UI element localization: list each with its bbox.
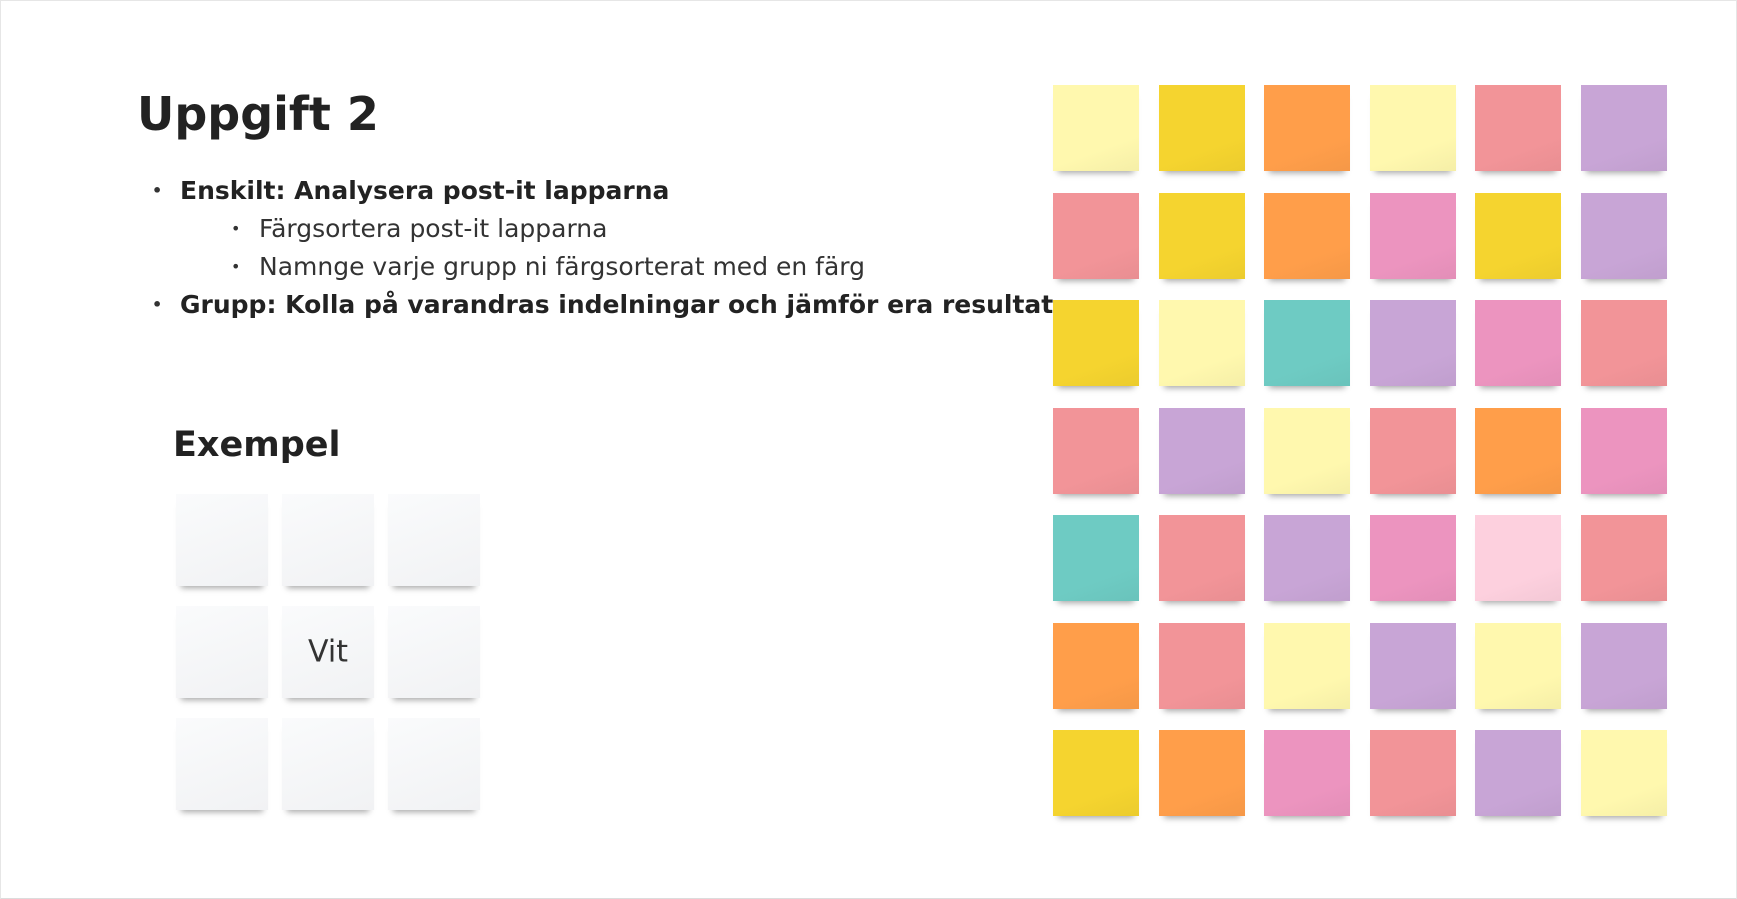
sticky-note-light-yellow[interactable] <box>1159 300 1245 386</box>
sticky-note-pink[interactable] <box>1264 730 1350 816</box>
sticky-note-light-yellow[interactable] <box>1264 623 1350 709</box>
sticky-note-light-yellow[interactable] <box>1370 85 1456 171</box>
example-sticky-note[interactable] <box>388 494 480 586</box>
sticky-note-purple[interactable] <box>1581 193 1667 279</box>
sticky-note-yellow[interactable] <box>1053 730 1139 816</box>
sticky-note-orange[interactable] <box>1475 408 1561 494</box>
sticky-note-red[interactable] <box>1475 85 1561 171</box>
sticky-note-yellow[interactable] <box>1159 193 1245 279</box>
sticky-note-yellow[interactable] <box>1053 300 1139 386</box>
sticky-note-pink[interactable] <box>1581 408 1667 494</box>
sticky-note-purple[interactable] <box>1581 623 1667 709</box>
example-note-label: Vit <box>308 634 348 670</box>
example-sticky-note[interactable]: Vit <box>282 606 374 698</box>
sticky-note-red[interactable] <box>1370 408 1456 494</box>
example-sticky-note[interactable] <box>282 494 374 586</box>
sticky-note-pink[interactable] <box>1370 515 1456 601</box>
sticky-note-red[interactable] <box>1053 408 1139 494</box>
example-sticky-note[interactable] <box>388 718 480 810</box>
sticky-note-purple[interactable] <box>1581 85 1667 171</box>
bullet-individual-task: Enskilt: Analysera post-it lapparna <box>150 172 1010 210</box>
sticky-note-yellow[interactable] <box>1159 85 1245 171</box>
sticky-note-light-yellow[interactable] <box>1053 85 1139 171</box>
bullet-name-groups: Namnge varje grupp ni färgsorterat med e… <box>150 248 1010 286</box>
sticky-note-orange[interactable] <box>1053 623 1139 709</box>
example-sticky-note[interactable] <box>176 718 268 810</box>
sticky-note-light-yellow[interactable] <box>1581 730 1667 816</box>
example-sticky-note[interactable] <box>176 494 268 586</box>
example-sticky-note[interactable] <box>176 606 268 698</box>
sticky-note-red[interactable] <box>1581 300 1667 386</box>
bullet-group-task: Grupp: Kolla på varandras indelningar oc… <box>150 286 1053 324</box>
sticky-note-light-pink[interactable] <box>1475 515 1561 601</box>
sticky-note-red[interactable] <box>1053 193 1139 279</box>
sticky-note-red[interactable] <box>1370 730 1456 816</box>
sticky-note-purple[interactable] <box>1370 623 1456 709</box>
sticky-note-light-yellow[interactable] <box>1264 408 1350 494</box>
sticky-note-light-yellow[interactable] <box>1475 623 1561 709</box>
sticky-note-teal[interactable] <box>1053 515 1139 601</box>
sticky-note-red[interactable] <box>1159 515 1245 601</box>
sticky-note-red[interactable] <box>1581 515 1667 601</box>
sticky-note-purple[interactable] <box>1370 300 1456 386</box>
sticky-note-orange[interactable] <box>1159 730 1245 816</box>
sticky-note-purple[interactable] <box>1475 730 1561 816</box>
instruction-list: Enskilt: Analysera post-it lapparna Färg… <box>150 172 1053 324</box>
example-heading: Exempel <box>173 425 341 465</box>
sticky-note-teal[interactable] <box>1264 300 1350 386</box>
sticky-note-orange[interactable] <box>1264 85 1350 171</box>
example-sticky-note[interactable] <box>388 606 480 698</box>
sticky-note-yellow[interactable] <box>1475 193 1561 279</box>
sticky-note-pink[interactable] <box>1370 193 1456 279</box>
sticky-note-purple[interactable] <box>1159 408 1245 494</box>
sticky-note-pink[interactable] <box>1475 300 1561 386</box>
sticky-note-orange[interactable] <box>1264 193 1350 279</box>
example-sticky-note[interactable] <box>282 718 374 810</box>
slide-title: Uppgift 2 <box>137 87 379 141</box>
bullet-color-sort: Färgsortera post-it lapparna <box>150 210 1010 248</box>
sticky-note-red[interactable] <box>1159 623 1245 709</box>
sticky-note-purple[interactable] <box>1264 515 1350 601</box>
